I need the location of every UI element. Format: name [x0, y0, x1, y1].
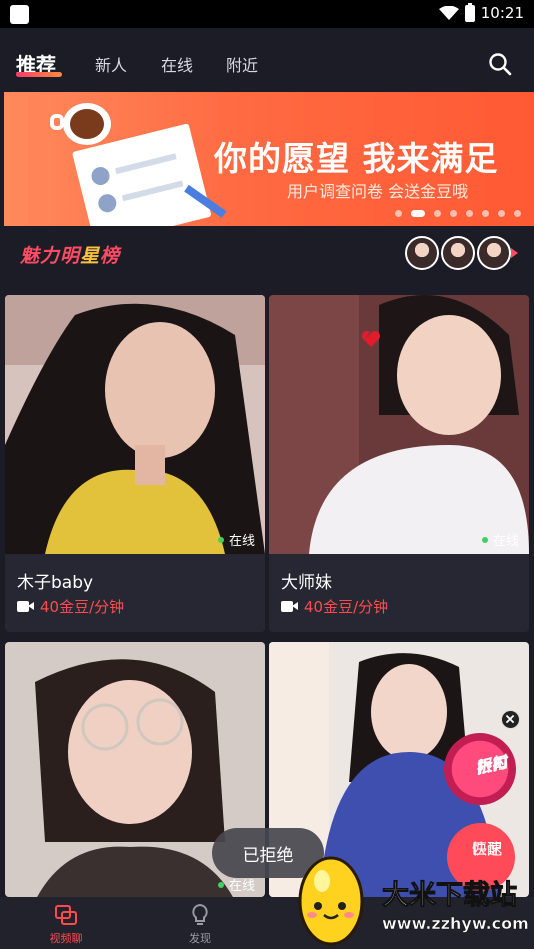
egg-mascot-logo: [298, 856, 364, 946]
status-time: 10:21: [480, 4, 524, 22]
match-line2: 匹配: [471, 840, 502, 858]
call-price-label: 40金豆/分钟: [40, 598, 125, 616]
avatar[interactable]: [441, 236, 475, 270]
charm-title-part1: 魅力明: [20, 245, 81, 267]
bottom-nav-label: 发现: [189, 932, 211, 945]
online-dot-icon: [481, 536, 488, 543]
bottom-nav-label: 视频聊: [49, 932, 83, 945]
lightbulb-icon: [192, 903, 208, 925]
call-price: 40金豆/分钟: [17, 596, 124, 617]
promo-banner[interactable]: 你的愿望 我来满足 用户调查问卷 会送金豆哦: [4, 92, 534, 226]
video-chat-icon: [55, 905, 77, 925]
top-nav: 推荐 新人 在线 附近: [0, 28, 534, 90]
pagination-dot: [514, 210, 521, 217]
tab-nearby[interactable]: 附近: [226, 52, 258, 76]
discount-badge-text: 限时 折扣: [452, 741, 509, 777]
profile-photo: [5, 295, 265, 554]
online-dot-icon: [217, 881, 224, 888]
bottom-nav-video-chat[interactable]: 视频聊: [36, 903, 96, 946]
online-status-label: 在线: [228, 534, 255, 549]
pagination-dot: [450, 210, 457, 217]
avatar[interactable]: [477, 236, 511, 270]
profile-card[interactable]: 在线 大师妹 40金豆/分钟: [269, 295, 529, 632]
pagination-dot: [466, 210, 473, 217]
wifi-icon: [438, 6, 459, 20]
survey-illustration: [50, 103, 227, 226]
profile-card[interactable]: 在线 木子baby 40金豆/分钟: [5, 295, 265, 632]
video-camera-icon: [17, 601, 34, 612]
badge-line2: 折扣: [473, 752, 510, 778]
online-status: 在线: [217, 530, 255, 549]
pagination-dot: [395, 210, 402, 217]
watermark-url: www.zzhyw.com: [382, 914, 529, 934]
online-status: 在线: [481, 530, 519, 549]
profile-photo: [269, 295, 529, 554]
charm-title-part2: 星: [80, 245, 101, 267]
avatar[interactable]: [405, 236, 439, 270]
quick-match-text: 快速 匹配: [453, 831, 509, 858]
status-bar-right: 10:21: [438, 2, 524, 22]
notification-square-icon: [10, 5, 29, 24]
banner-subtitle: 用户调查问卷 会送金豆哦: [287, 182, 469, 201]
pagination-dot: [482, 210, 489, 217]
banner-title: 你的愿望 我来满足: [214, 139, 499, 178]
profile-name: 大师妹: [281, 573, 332, 593]
status-bar: 10:21: [0, 0, 534, 28]
pagination-dot: [498, 210, 505, 217]
close-icon[interactable]: [501, 710, 520, 729]
call-price-label: 40金豆/分钟: [304, 598, 389, 616]
online-status-label: 在线: [492, 534, 519, 549]
bottom-nav-discover[interactable]: 发现: [170, 903, 230, 946]
charm-title-part3: 榜: [100, 245, 121, 267]
pagination-dot: [434, 210, 441, 217]
battery-icon: [464, 2, 475, 22]
profile-name: 木子baby: [17, 573, 94, 593]
call-price: 40金豆/分钟: [281, 596, 388, 617]
tab-active-indicator: [16, 72, 62, 77]
tab-new[interactable]: 新人: [95, 52, 127, 76]
video-camera-icon: [281, 601, 298, 612]
watermark-title: 大米下载站: [382, 880, 518, 912]
ranking-avatars: [405, 236, 511, 270]
banner-pagination: [395, 210, 521, 217]
chevron-right-icon[interactable]: [511, 248, 518, 258]
online-dot-icon: [217, 536, 224, 543]
search-icon[interactable]: [488, 52, 512, 76]
tab-online[interactable]: 在线: [161, 52, 193, 76]
pagination-dot-active: [411, 210, 425, 217]
charm-ranking-title: 魅力明星榜: [20, 241, 120, 268]
charm-ranking-row[interactable]: 魅力明星榜: [0, 230, 534, 276]
